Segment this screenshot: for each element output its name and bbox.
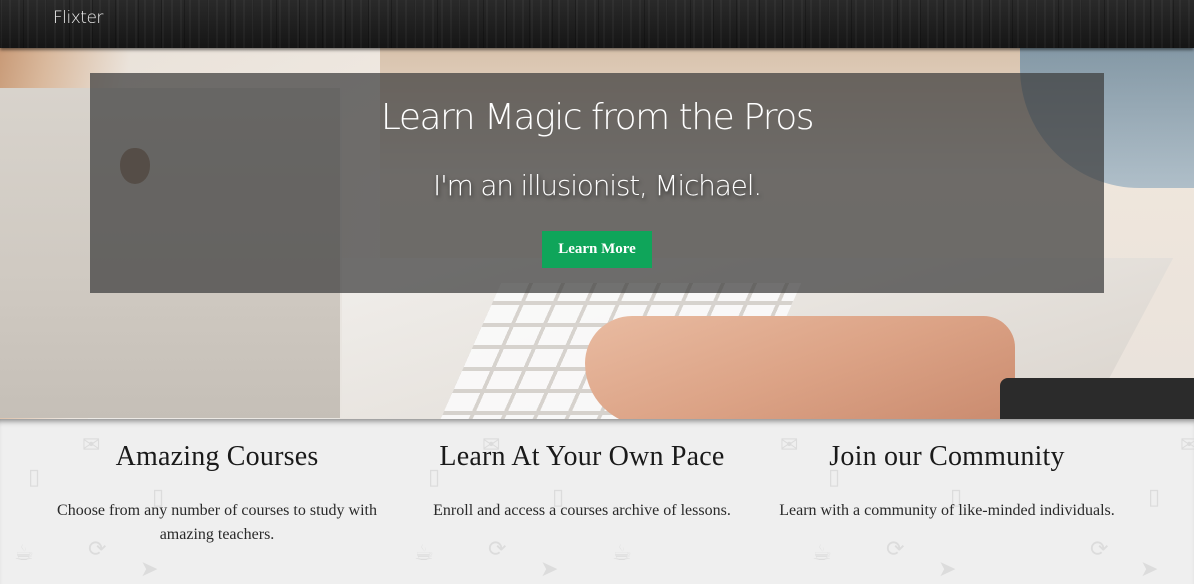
refresh-icon: ⟳ bbox=[886, 537, 905, 562]
hero-section: Learn Magic from the Pros I'm an illusio… bbox=[0, 48, 1194, 419]
feature-title: Learn At Your Own Pace bbox=[439, 441, 725, 472]
brand-link[interactable]: Flixter bbox=[53, 8, 103, 28]
feature-text: Enroll and access a courses archive of l… bbox=[433, 502, 731, 519]
hero-background-sleeve bbox=[1000, 378, 1194, 419]
top-navbar: Flixter bbox=[0, 0, 1194, 48]
hero-overlay-box: Learn Magic from the Pros I'm an illusio… bbox=[90, 73, 1104, 293]
cup-icon: ☕ bbox=[414, 541, 434, 566]
hero-subtitle: I'm an illusionist, Michael. bbox=[433, 169, 762, 202]
feature-title: Amazing Courses bbox=[115, 441, 319, 472]
feature-own-pace: Learn At Your Own Pace Enroll and access… bbox=[412, 441, 752, 523]
send-icon: ➤ bbox=[140, 557, 159, 582]
send-icon: ➤ bbox=[540, 557, 559, 582]
phone-icon: ▯ bbox=[28, 465, 41, 490]
feature-text: Learn with a community of like-minded in… bbox=[779, 502, 1115, 519]
feature-amazing-courses: Amazing Courses Choose from any number o… bbox=[47, 441, 387, 547]
send-icon: ➤ bbox=[1140, 557, 1159, 582]
cup-icon: ☕ bbox=[812, 541, 832, 566]
feature-text: Choose from any number of courses to stu… bbox=[57, 502, 377, 543]
envelope-icon: ✉ bbox=[1180, 433, 1194, 458]
tablet-icon: ▯ bbox=[1148, 485, 1161, 510]
refresh-icon: ⟳ bbox=[1090, 537, 1109, 562]
cup-icon: ☕ bbox=[14, 541, 34, 566]
hero-background-hand bbox=[585, 316, 1015, 419]
feature-title: Join our Community bbox=[829, 441, 1065, 472]
feature-community: Join our Community Learn with a communit… bbox=[777, 441, 1117, 523]
learn-more-button[interactable]: Learn More bbox=[542, 231, 652, 268]
refresh-icon: ⟳ bbox=[488, 537, 507, 562]
features-section: ✉ ▯ ▯ ☕ ⟳ ➤ ✉ ▯ ▯ ☕ ⟳ ➤ ☕ ✉ ▯ ▯ ☕ ⟳ ➤ ▯ … bbox=[0, 419, 1194, 584]
cup-icon: ☕ bbox=[612, 541, 632, 566]
hero-title: Learn Magic from the Pros bbox=[380, 97, 815, 138]
send-icon: ➤ bbox=[938, 557, 957, 582]
